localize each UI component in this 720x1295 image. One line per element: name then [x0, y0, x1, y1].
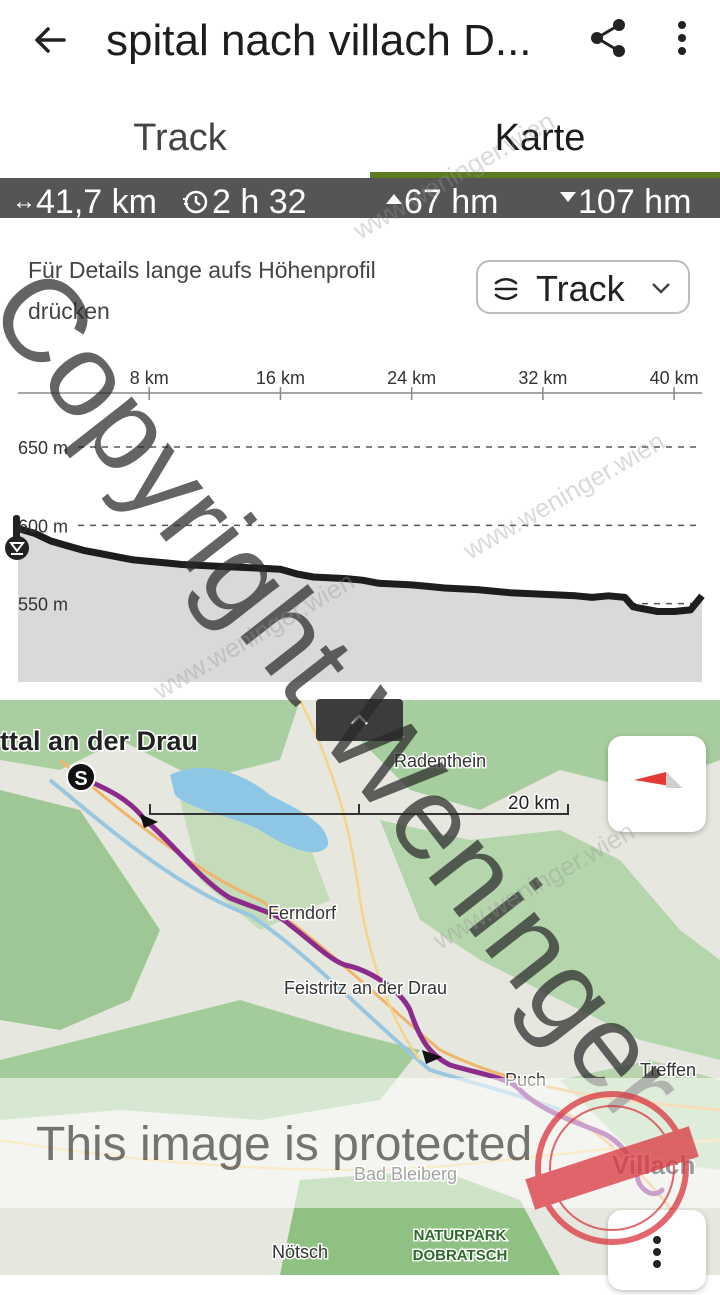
profile-hint-line1: Für Details lange aufs Höhenprofil [28, 250, 458, 291]
ascent-stat: 67 hm [384, 178, 499, 218]
more-vert-icon [608, 1210, 706, 1290]
descent-value: 107 hm [578, 183, 691, 221]
profile-hint: Für Details lange aufs Höhenprofil drück… [28, 250, 458, 332]
map-label-bad-bleiberg: Bad Bleiberg [354, 1164, 457, 1184]
tab-karte[interactable]: Karte [360, 96, 720, 180]
share-icon[interactable] [586, 16, 630, 60]
map-label-start-town: ttal an der Drau [0, 726, 198, 756]
map-options-button[interactable] [608, 1210, 706, 1290]
compass-icon [608, 736, 706, 832]
chevron-down-icon [650, 279, 672, 297]
map-label-dobratsch: DOBRATSCH [413, 1247, 508, 1264]
profile-mode-dropdown[interactable]: Track [476, 260, 690, 314]
duration-value: 2 h 32 [212, 183, 307, 221]
profile-mode-label: Track [536, 266, 625, 312]
tab-bar: Track Karte [0, 96, 720, 180]
distance-stat: ↔41,7 km [12, 178, 157, 218]
y-tick-label: 650 m [18, 438, 68, 458]
expand-handle[interactable] [316, 699, 403, 741]
profile-hint-line2: drücken [28, 291, 458, 332]
x-tick-label: 24 km [387, 368, 436, 388]
map-label-puch: Puch [505, 1070, 546, 1090]
map-label-feistritz: Feistritz an der Drau [284, 978, 447, 998]
page-title: spital nach villach D... [106, 14, 566, 68]
x-tick-label: 32 km [518, 368, 567, 388]
distance-icon: ↔ [12, 188, 36, 215]
y-tick-label: 550 m [18, 595, 68, 615]
ascent-icon [384, 191, 404, 205]
duration-icon [182, 189, 208, 215]
map-label-ferndorf: Ferndorf [268, 903, 337, 923]
ascent-value: 67 hm [404, 183, 499, 221]
duration-stat: 2 h 32 [182, 178, 307, 218]
x-tick-label: 8 km [130, 368, 169, 388]
chevron-up-icon [316, 699, 403, 741]
stats-bar: ↔41,7 km 2 h 32 67 hm 107 hm [0, 178, 720, 218]
distance-value: 41,7 km [36, 183, 157, 221]
more-vert-icon[interactable] [662, 16, 702, 60]
y-tick-label: 600 m [18, 516, 68, 536]
map-label-radenthein: Radenthein [394, 751, 486, 771]
tab-track[interactable]: Track [0, 96, 360, 180]
x-tick-label: 40 km [650, 368, 699, 388]
compass-button[interactable] [608, 736, 706, 832]
elevation-area [18, 529, 702, 683]
track-route-icon [492, 275, 520, 303]
map-scale-label: 20 km [508, 793, 560, 814]
map-label-treffen: Treffen [640, 1060, 696, 1080]
start-marker-label: S [74, 768, 87, 790]
map-label-naturpark: NATURPARK [414, 1227, 507, 1244]
x-tick-label: 16 km [256, 368, 305, 388]
arrow-back-icon[interactable] [28, 18, 72, 62]
map-label-noetsch: Nötsch [272, 1242, 328, 1262]
descent-stat: 107 hm [558, 178, 691, 218]
elevation-profile-chart[interactable]: 8 km 16 km 24 km 32 km 40 km 650 m 600 m 550 m [0, 340, 720, 700]
app-bar: spital nach villach D... [0, 0, 720, 90]
map-label-villach: Villach [612, 1150, 695, 1180]
descent-icon [558, 191, 578, 205]
